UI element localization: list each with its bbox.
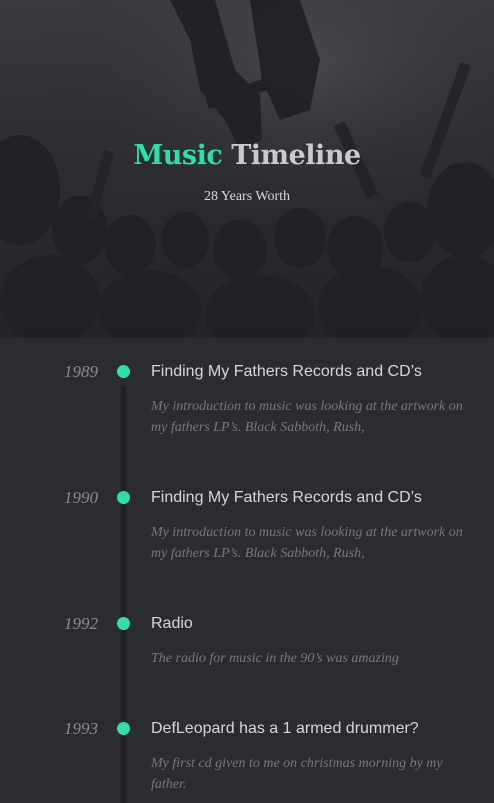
- page-title-accent: Music: [133, 140, 223, 171]
- entry-description: My first cd given to me on christmas mor…: [151, 756, 443, 792]
- timeline-line: [121, 386, 126, 803]
- entry-title: Finding My Fathers Records and CD’s: [151, 489, 422, 506]
- entry-title: DefLeopard has a 1 armed drummer?: [151, 720, 419, 737]
- page-title: Music Timeline: [0, 140, 494, 171]
- entry-title: Finding My Fathers Records and CD’s: [151, 363, 422, 380]
- entry-title: Radio: [151, 615, 193, 632]
- timeline: 1989 Finding My Fathers Records and CD’s…: [0, 338, 494, 803]
- entry-year: 1992: [64, 614, 98, 633]
- page-subtitle: 28 Years Worth: [203, 189, 291, 204]
- entry-year: 1989: [64, 362, 98, 381]
- timeline-dot-icon: [117, 722, 130, 735]
- hero-banner: Music Timeline 28 Years Worth: [0, 0, 494, 338]
- entry-description: My introduction to music was looking at …: [151, 525, 463, 561]
- timeline-dot-icon: [117, 617, 130, 630]
- timeline-dot-icon: [117, 365, 130, 378]
- entry-year: 1990: [64, 488, 98, 507]
- entry-year: 1993: [64, 719, 98, 738]
- entry-description: My introduction to music was looking at …: [151, 399, 463, 435]
- page-title-rest: Timeline: [231, 140, 361, 171]
- timeline-dot-icon: [117, 491, 130, 504]
- entry-description: The radio for music in the 90’s was amaz…: [151, 651, 399, 666]
